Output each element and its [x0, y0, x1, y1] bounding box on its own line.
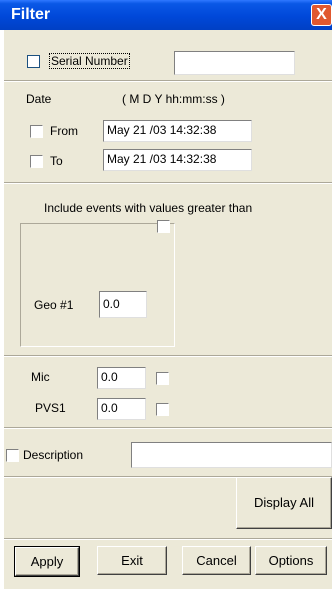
- mic-label: Mic: [31, 370, 50, 384]
- divider: [4, 427, 332, 429]
- from-label: From: [50, 124, 78, 138]
- date-label: Date: [26, 92, 52, 106]
- pvs1-value-input[interactable]: 0.0: [97, 398, 146, 420]
- divider: [4, 80, 332, 82]
- description-checkbox[interactable]: [6, 449, 19, 462]
- serial-number-input[interactable]: [174, 51, 295, 75]
- display-all-button[interactable]: Display All: [236, 477, 332, 529]
- dialog-body: Serial Number Date ( M D Y hh:mm:ss ) Fr…: [4, 30, 332, 589]
- filter-window: Filter X Serial Number Date ( M D Y hh:m…: [0, 0, 332, 589]
- divider: [4, 538, 332, 540]
- to-date-input[interactable]: May 21 /03 14:32:38: [103, 149, 252, 171]
- mic-checkbox[interactable]: [156, 372, 169, 385]
- cancel-button[interactable]: Cancel: [182, 546, 251, 575]
- geo-value-input[interactable]: 0.0: [99, 291, 147, 318]
- divider: [4, 355, 332, 357]
- pvs1-label: PVS1: [35, 401, 66, 415]
- divider: [4, 182, 332, 184]
- geo-label: Geo #1: [34, 298, 74, 312]
- window-title: Filter: [11, 6, 51, 23]
- serial-number-checkbox[interactable]: [27, 55, 40, 68]
- to-label: To: [50, 154, 63, 168]
- exit-button[interactable]: Exit: [97, 546, 167, 575]
- date-format-hint: ( M D Y hh:mm:ss ): [122, 92, 225, 106]
- options-button[interactable]: Options: [255, 546, 327, 575]
- title-bar[interactable]: Filter X: [0, 0, 332, 30]
- from-date-input[interactable]: May 21 /03 14:32:38: [103, 120, 252, 142]
- geo-group-frame: [20, 223, 175, 347]
- close-icon[interactable]: X: [311, 4, 332, 26]
- to-checkbox[interactable]: [30, 155, 43, 168]
- serial-number-label: Serial Number: [49, 53, 130, 69]
- mic-value-input[interactable]: 0.0: [97, 367, 146, 389]
- description-label: Description: [23, 448, 84, 462]
- apply-button[interactable]: Apply: [14, 546, 80, 577]
- pvs1-checkbox[interactable]: [156, 403, 169, 416]
- geo-checkbox[interactable]: [157, 220, 170, 233]
- from-checkbox[interactable]: [30, 125, 43, 138]
- description-input[interactable]: [131, 442, 332, 468]
- include-events-heading: Include events with values greater than: [44, 201, 253, 215]
